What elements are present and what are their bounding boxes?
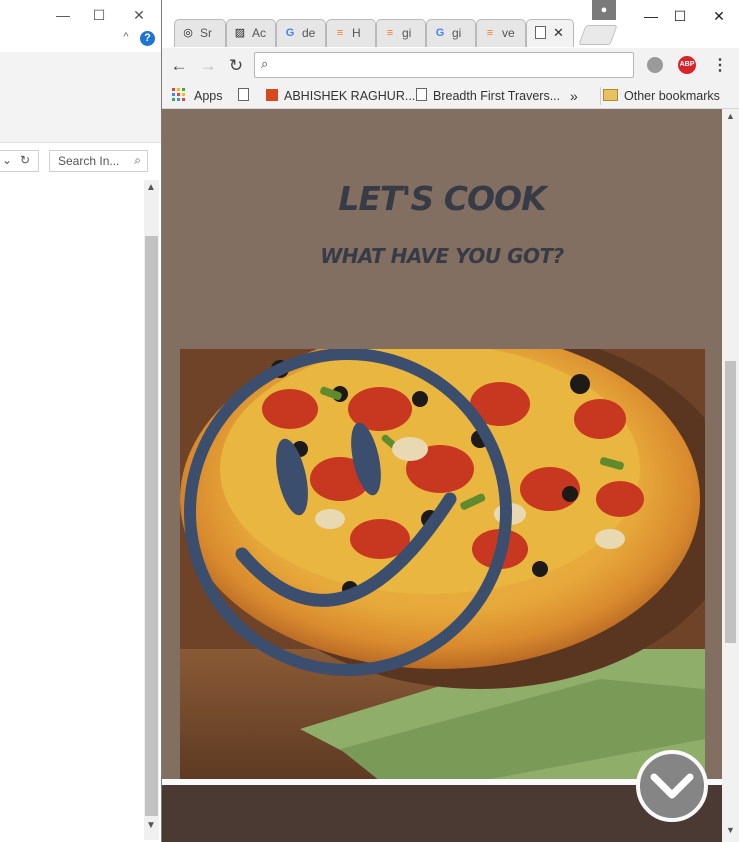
google-icon: G [285,27,295,39]
tab[interactable]: ▨ Ac [226,19,276,47]
maximize-button[interactable]: ☐ [665,6,695,26]
tab[interactable]: ≡ gi [376,19,426,47]
explorer-window: — ☐ ✕ ^ ? ⌄ ↻ Search In... ⌕ ▲ ▼ [0,0,161,842]
other-bookmarks-folder[interactable]: Other bookmarks [600,87,720,105]
page-title: LET'S COOK [338,179,546,218]
tab[interactable]: G gi [426,19,476,47]
explorer-scrollbar[interactable]: ▲ ▼ [144,180,159,840]
new-tab-button[interactable] [578,25,618,45]
tab-label: ve [502,26,515,40]
google-icon: G [435,27,445,39]
apps-grid-icon[interactable] [172,88,186,102]
help-icon[interactable]: ? [140,31,155,46]
page-viewport: LET'S COOK WHAT HAVE YOU GOT? [162,109,722,842]
github-icon: ◎ [183,27,193,39]
refresh-icon[interactable]: ↻ [20,153,30,167]
scroll-down-icon[interactable]: ▼ [726,825,735,835]
tab-label: Sr [200,26,212,40]
bookmarks-bar: Apps ABHISHEK RAGHUR... Breadth First Tr… [162,84,739,109]
page-icon [533,26,547,40]
adblock-plus-icon[interactable]: ABP [678,56,696,74]
address-bar[interactable]: ⌕ [254,52,634,78]
scroll-down-button[interactable] [636,750,708,822]
browser-window: ◎ Sr ▨ Ac G de ≡ H ≡ gi G gi ≡ ve ✕ ● — … [161,0,739,842]
browser-menu-button[interactable]: ⋮ [712,56,728,76]
back-button[interactable]: ← [168,56,190,76]
page-icon [416,88,427,101]
bookmark-label: Breadth First Travers... [433,89,561,103]
forward-button[interactable]: → [197,56,219,76]
tab-label: Ac [252,26,267,40]
image-icon: ▨ [234,27,246,39]
bookmark-label: ABHISHEK RAGHUR... [284,89,416,103]
bookmark-apps[interactable]: Apps [194,87,223,105]
page-scrollbar[interactable]: ▲ ▼ [722,109,739,842]
reload-button[interactable]: ↻ [225,56,247,76]
search-placeholder: Search In... [58,154,120,168]
tab-active[interactable]: ✕ [526,19,574,47]
close-button[interactable]: ✕ [704,6,734,26]
minimize-button[interactable]: — [636,6,666,26]
chevron-down-icon[interactable]: ⌄ [2,153,12,167]
ribbon-collapse-icon[interactable]: ^ [119,31,133,45]
explorer-titlebar: — ☐ ✕ [0,0,161,30]
search-icon[interactable]: ⌕ [134,153,141,168]
tab-strip: ◎ Sr ▨ Ac G de ≡ H ≡ gi G gi ≡ ve ✕ ● — … [162,0,739,48]
tab[interactable]: ≡ H [326,19,376,47]
bookmarks-overflow-button[interactable]: » [570,87,578,105]
scroll-up-icon[interactable]: ▲ [146,182,156,193]
tab[interactable]: ◎ Sr [174,19,226,47]
browser-toolbar: ← → ↻ ⌕ ABP ⋮ [162,48,739,84]
search-icon: ⌕ [261,56,269,71]
explorer-ribbon [0,30,161,50]
explorer-close-button[interactable]: ✕ [128,5,150,25]
bookmark-item[interactable]: ABHISHEK RAGHUR... [266,87,416,105]
scrollbar-thumb[interactable] [725,361,736,643]
bookmark-page[interactable] [238,87,255,105]
folder-icon [603,89,618,101]
tab[interactable]: ≡ ve [476,19,526,47]
tab[interactable]: G de [276,19,326,47]
stackoverflow-icon: ≡ [336,27,344,39]
explorer-maximize-button[interactable]: ☐ [88,5,110,25]
globe-extension-icon[interactable] [647,57,663,73]
bookmark-favicon-icon [266,89,278,101]
tab-label: gi [452,26,462,40]
scrollbar-thumb[interactable] [145,236,158,816]
stackoverflow-icon: ≡ [486,27,494,39]
tab-label: de [302,26,316,40]
explorer-toolbar [0,52,161,143]
tab-label: gi [402,26,412,40]
page-subtitle: WHAT HAVE YOU GOT? [320,244,564,268]
profile-icon[interactable]: ● [592,0,616,20]
scroll-down-icon[interactable]: ▼ [146,820,156,831]
pizza-image [180,349,705,781]
explorer-search-input[interactable]: Search In... ⌕ [49,150,148,172]
bookmark-item[interactable]: Breadth First Travers... [416,87,566,105]
address-bar-end[interactable]: ⌄ ↻ [0,150,39,172]
explorer-minimize-button[interactable]: — [52,5,74,25]
chevron-down-icon [650,773,694,799]
tab-label: H [352,26,361,40]
tab-close-icon[interactable]: ✕ [553,25,564,41]
scroll-up-icon[interactable]: ▲ [726,111,735,121]
other-bookmarks-label: Other bookmarks [624,89,720,103]
stackoverflow-icon: ≡ [386,27,394,39]
page-icon [238,88,249,101]
